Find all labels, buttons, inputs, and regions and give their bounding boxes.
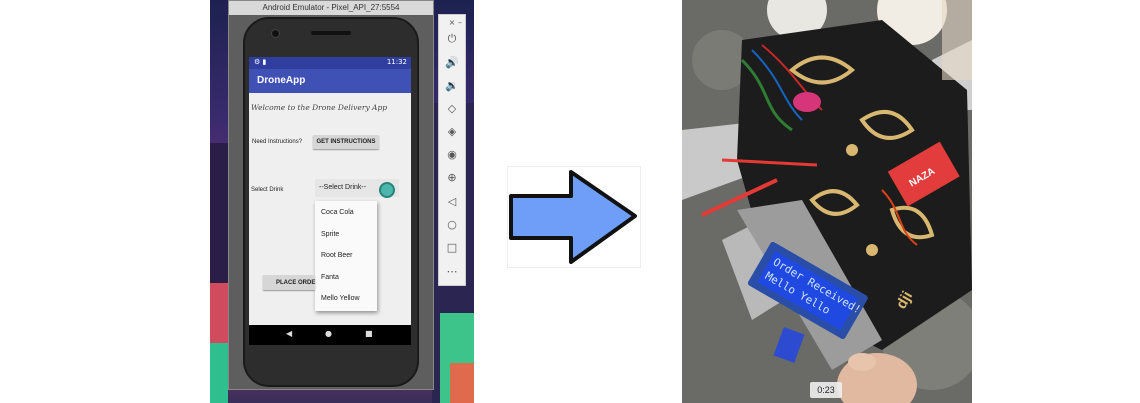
overview-icon[interactable]: □ [444, 240, 460, 256]
earpiece-speaker [311, 31, 351, 35]
front-camera [271, 29, 280, 38]
app-title: DroneApp [257, 75, 306, 86]
recents-icon[interactable]: ■ [365, 329, 373, 338]
status-time: 11:32 [386, 58, 407, 66]
dropdown-option[interactable]: Root Beer [321, 252, 353, 259]
app-bar: DroneApp [249, 69, 411, 93]
rotate-right-icon[interactable]: ◈ [444, 124, 460, 140]
touch-indicator [379, 182, 395, 198]
phone-screen: ⚙ ▮ 11:32 DroneApp Welcome to the Drone … [249, 57, 411, 345]
right-arrow-icon [507, 166, 641, 268]
drink-label: Select Drink [251, 187, 284, 193]
welcome-text: Welcome to the Drone Delivery App [251, 103, 388, 112]
zoom-icon[interactable]: ⊕ [444, 170, 460, 186]
settings-icon: ⚙ ▮ [254, 58, 267, 66]
back-icon[interactable]: ◁ [444, 194, 460, 210]
dropdown-option[interactable]: Fanta [321, 274, 339, 281]
dropdown-option[interactable]: Sprite [321, 231, 339, 238]
more-icon[interactable]: ⋯ [444, 264, 460, 280]
volume-down-icon[interactable]: 🔉 [444, 78, 460, 94]
nav-bar: ◀ ● ■ [249, 325, 411, 345]
rotate-left-icon[interactable]: ◇ [444, 101, 460, 117]
dropdown-option[interactable]: Coca Cola [321, 209, 354, 216]
place-order-button[interactable]: PLACE ORDER [263, 275, 315, 290]
back-icon[interactable]: ◀ [286, 329, 292, 338]
video-timestamp: 0:23 [810, 382, 842, 398]
drone-photo: NAZA Order Received! Mello Yello dji 0:2… [682, 0, 972, 403]
status-bar: ⚙ ▮ 11:32 [249, 57, 411, 69]
get-instructions-button[interactable]: GET INSTRUCTIONS [313, 135, 379, 149]
wallpaper-building [450, 363, 474, 403]
power-icon[interactable]: ⏻ [444, 31, 460, 47]
instructions-label: Need Instructions? [252, 139, 303, 145]
emulator-screenshot: Android Emulator - Pixel_API_27:5554 ⚙ ▮… [210, 0, 474, 403]
phone-frame: ⚙ ▮ 11:32 DroneApp Welcome to the Drone … [243, 17, 419, 387]
drink-dropdown: Coca Cola Sprite Root Beer Fanta Mello Y… [315, 201, 377, 311]
wallpaper-building [210, 343, 228, 403]
camera-icon[interactable]: ◉ [444, 147, 460, 163]
volume-up-icon[interactable]: 🔊 [444, 55, 460, 71]
emulator-window: Android Emulator - Pixel_API_27:5554 ⚙ ▮… [228, 0, 434, 390]
minimize-icon[interactable]: – [455, 15, 465, 31]
emulator-toolbar: × – ⏻ 🔊 🔉 ◇ ◈ ◉ ⊕ ◁ ○ □ ⋯ [438, 14, 466, 286]
emulator-title-bar: Android Emulator - Pixel_API_27:5554 [229, 1, 433, 15]
drone-illustration: NAZA Order Received! Mello Yello dji [682, 0, 972, 403]
dropdown-option[interactable]: Mello Yellow [321, 295, 360, 302]
home-icon[interactable]: ○ [444, 217, 460, 233]
home-icon[interactable]: ● [325, 329, 332, 338]
